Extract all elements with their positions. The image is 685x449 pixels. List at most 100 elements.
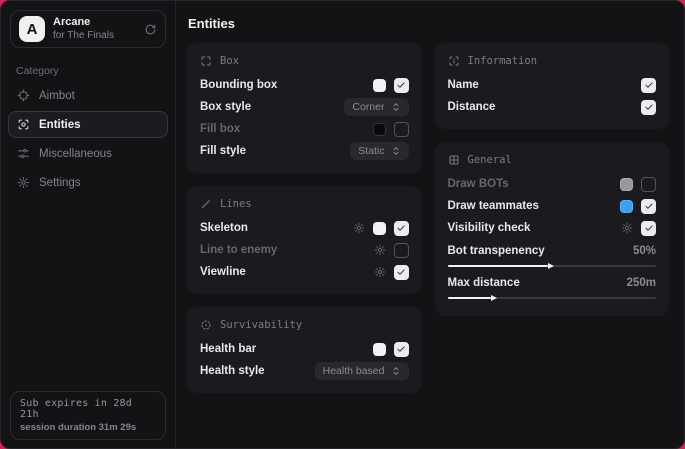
session-duration-text: session duration 31m 29s — [20, 422, 156, 433]
general-card-header: General — [448, 154, 657, 166]
setting-row-distance: Distance — [448, 96, 657, 118]
setting-label: Draw BOTs — [448, 178, 509, 190]
draw-bots-checkbox[interactable] — [641, 177, 656, 192]
skeleton-settings-gear-icon[interactable] — [353, 222, 365, 234]
fill-style-dropdown[interactable]: Static — [350, 142, 408, 160]
setting-row-line-to-enemy: Line to enemy — [200, 239, 409, 261]
main-content: Entities Box Bounding box — [176, 1, 684, 448]
viewline-checkbox[interactable] — [394, 265, 409, 280]
page-title: Entities — [188, 16, 669, 31]
setting-label: Viewline — [200, 266, 246, 278]
setting-row-visibility-check: Visibility check — [448, 217, 657, 239]
setting-row-health-style: Health style Health based — [200, 360, 409, 382]
diagonal-line-icon — [200, 198, 212, 210]
max-distance-row: Max distance 250m — [448, 273, 657, 292]
setting-row-draw-teammates: Draw teammates — [448, 195, 657, 217]
draw-teammates-color-swatch[interactable] — [620, 200, 633, 213]
sub-expires-text: Sub expires in 28d 21h — [20, 398, 156, 420]
bounding-box-color-swatch[interactable] — [373, 79, 386, 92]
box-card: Box Bounding box Box style — [187, 43, 422, 173]
skeleton-color-swatch[interactable] — [373, 222, 386, 235]
health-style-dropdown[interactable]: Health based — [315, 362, 409, 380]
box-card-header: Box — [200, 55, 409, 67]
subscription-card: Sub expires in 28d 21h session duration … — [10, 391, 166, 440]
scan-target-icon — [17, 118, 30, 131]
slider-track[interactable] — [448, 265, 657, 267]
fill-box-color-swatch[interactable] — [373, 123, 386, 136]
card-title: Survivability — [220, 319, 302, 331]
general-card: General Draw BOTs Draw teammates — [435, 142, 670, 316]
setting-label: Health bar — [200, 343, 256, 355]
card-columns: Box Bounding box Box style — [187, 43, 669, 393]
card-title: Information — [468, 55, 538, 67]
name-checkbox[interactable] — [641, 78, 656, 93]
line-to-enemy-checkbox[interactable] — [394, 243, 409, 258]
info-scan-icon — [448, 55, 460, 67]
survivability-card: Survivability Health bar Health style — [187, 307, 422, 393]
chevrons-up-down-icon — [391, 102, 401, 112]
slider-fill — [448, 265, 548, 267]
visibility-check-checkbox[interactable] — [641, 221, 656, 236]
box-style-dropdown[interactable]: Corner — [344, 98, 408, 116]
app-subtitle: for The Finals — [53, 30, 114, 42]
bot-transparency-slider[interactable] — [448, 261, 657, 270]
bot-transparency-value: 50% — [633, 245, 656, 257]
category-label: Category — [16, 65, 175, 77]
grid-icon — [448, 154, 460, 166]
viewline-settings-gear-icon[interactable] — [374, 266, 386, 278]
setting-label: Fill style — [200, 145, 246, 157]
dropdown-value: Health based — [323, 365, 385, 377]
app-logo: A — [19, 16, 45, 42]
information-card: Information Name Distance — [435, 43, 670, 129]
setting-label: Visibility check — [448, 222, 531, 234]
setting-label: Bot transpenency — [448, 245, 545, 257]
sidebar-item-aimbot[interactable]: Aimbot — [8, 82, 168, 109]
max-distance-slider[interactable] — [448, 293, 657, 302]
bounding-box-checkbox[interactable] — [394, 78, 409, 93]
visibility-settings-gear-icon[interactable] — [621, 222, 633, 234]
draw-bots-color-swatch[interactable] — [620, 178, 633, 191]
card-title: General — [468, 154, 512, 166]
setting-label: Box style — [200, 101, 251, 113]
health-bar-checkbox[interactable] — [394, 342, 409, 357]
draw-teammates-checkbox[interactable] — [641, 199, 656, 214]
chevrons-up-down-icon — [391, 146, 401, 156]
card-title: Lines — [220, 198, 252, 210]
fill-box-checkbox[interactable] — [394, 122, 409, 137]
setting-row-name: Name — [448, 74, 657, 96]
corner-brackets-icon — [200, 55, 212, 67]
slider-track[interactable] — [448, 297, 657, 299]
desktop-backdrop: A Arcane for The Finals Category Aimbot — [0, 0, 685, 449]
app-title-block: Arcane for The Finals — [53, 16, 114, 41]
survivability-card-header: Survivability — [200, 319, 409, 331]
setting-label: Distance — [448, 101, 496, 113]
lines-card: Lines Skeleton Line to enemy — [187, 186, 422, 294]
app-name: Arcane — [53, 16, 114, 29]
distance-checkbox[interactable] — [641, 100, 656, 115]
card-title: Box — [220, 55, 239, 67]
column-right: Information Name Distance — [435, 43, 670, 316]
setting-label: Max distance — [448, 277, 520, 289]
sidebar-item-label: Miscellaneous — [39, 148, 112, 160]
sidebar-nav: Aimbot Entities Miscellaneous — [1, 81, 175, 197]
setting-label: Line to enemy — [200, 244, 277, 256]
column-left: Box Bounding box Box style — [187, 43, 422, 393]
setting-row-health-bar: Health bar — [200, 338, 409, 360]
gear-icon — [17, 176, 30, 189]
health-bar-color-swatch[interactable] — [373, 343, 386, 356]
setting-label: Bounding box — [200, 79, 277, 91]
skeleton-checkbox[interactable] — [394, 221, 409, 236]
sidebar-item-label: Settings — [39, 177, 81, 189]
sidebar-item-miscellaneous[interactable]: Miscellaneous — [8, 140, 168, 167]
line-to-enemy-settings-gear-icon[interactable] — [374, 244, 386, 256]
sidebar-item-settings[interactable]: Settings — [8, 169, 168, 196]
sidebar: A Arcane for The Finals Category Aimbot — [1, 1, 176, 448]
sidebar-item-label: Entities — [39, 119, 81, 131]
sidebar-item-entities[interactable]: Entities — [8, 111, 168, 138]
chevrons-up-down-icon — [391, 366, 401, 376]
lines-card-header: Lines — [200, 198, 409, 210]
refresh-icon[interactable] — [144, 23, 157, 36]
app-window: A Arcane for The Finals Category Aimbot — [0, 0, 685, 449]
setting-label: Draw teammates — [448, 200, 539, 212]
setting-row-viewline: Viewline — [200, 261, 409, 283]
